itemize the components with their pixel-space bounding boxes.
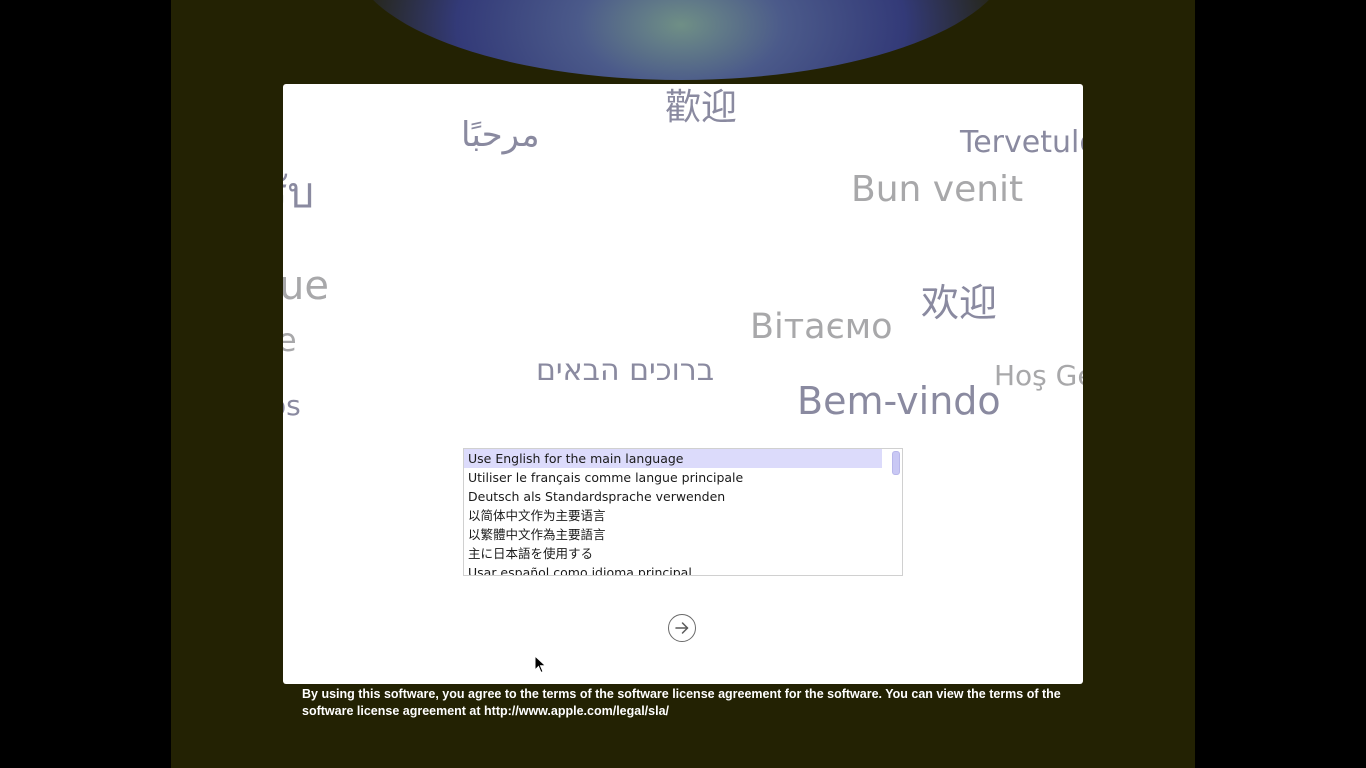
welcome-word: os bbox=[283, 389, 301, 422]
background-glow bbox=[351, 0, 1011, 80]
welcome-word-finnish: Tervetuloa bbox=[960, 125, 1083, 160]
language-option-german[interactable]: Deutsch als Standardsprache verwenden bbox=[464, 487, 882, 506]
continue-button[interactable] bbox=[668, 614, 696, 642]
welcome-word-thai: รับ bbox=[283, 168, 315, 217]
welcome-word-traditional-chinese: 歡迎 bbox=[665, 87, 738, 128]
welcome-word-ukrainian: Вітаємо bbox=[750, 307, 893, 347]
language-option-traditional-chinese[interactable]: 以繁體中文作為主要語言 bbox=[464, 525, 882, 544]
language-option-french[interactable]: Utiliser le français comme langue princi… bbox=[464, 468, 882, 487]
language-list-scrollbar-thumb[interactable] bbox=[892, 451, 900, 475]
setup-assistant-window: z مرحبًا 歡迎 Tervetuloa รับ Bun venit ue … bbox=[283, 84, 1083, 684]
language-option-spanish[interactable]: Usar español como idioma principal bbox=[464, 563, 882, 575]
arrow-right-circle-icon bbox=[675, 622, 689, 634]
welcome-word: ue bbox=[283, 263, 329, 309]
welcome-word: e bbox=[283, 321, 297, 359]
welcome-word-portuguese: Bem-vindo bbox=[797, 379, 1001, 423]
license-agreement-text: By using this software, you agree to the… bbox=[302, 687, 1061, 718]
language-option-japanese[interactable]: 主に日本語を使用する bbox=[464, 544, 882, 563]
language-option-simplified-chinese[interactable]: 以简体中文作为主要语言 bbox=[464, 506, 882, 525]
language-list[interactable]: Use English for the main language Utilis… bbox=[463, 448, 903, 576]
welcome-word-simplified-chinese: 欢迎 bbox=[921, 281, 998, 325]
welcome-word-romanian: Bun venit bbox=[851, 169, 1024, 210]
welcome-word-turkish: Hoş Geldiniz bbox=[994, 359, 1083, 392]
welcome-word-hebrew: ברוכים הבאים bbox=[536, 353, 715, 388]
language-option-english[interactable]: Use English for the main language bbox=[464, 449, 882, 468]
welcome-word-arabic: مرحبًا bbox=[461, 115, 540, 155]
mouse-pointer-icon bbox=[534, 655, 547, 674]
